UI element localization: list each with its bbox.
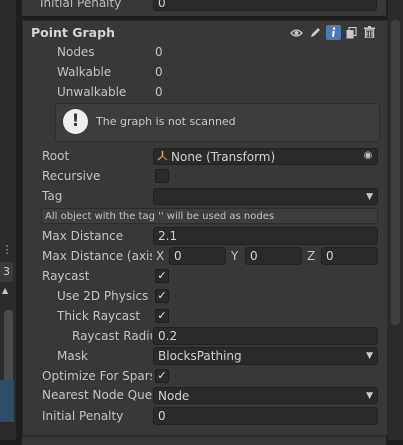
optimize-sparse-label: Optimize For Sparse (42, 369, 152, 383)
initial-penalty-field[interactable]: 0 (153, 407, 378, 425)
root-label: Root (42, 149, 70, 163)
max-distance-axis-label: Max Distance (axis (42, 249, 152, 263)
prev-initial-penalty-field[interactable]: 0 (153, 0, 377, 11)
pencil-icon[interactable] (309, 27, 321, 39)
raycast-checkbox[interactable]: ✓ (155, 269, 169, 283)
root-object-value: None (Transform) (171, 150, 276, 164)
scrollbar-thumb[interactable] (391, 20, 400, 325)
unwalkable-value: 0 (155, 85, 163, 99)
next-component (22, 436, 386, 445)
previous-component: Initial Penalty 0 (22, 0, 386, 16)
use-2d-physics-label: Use 2D Physics (57, 289, 149, 303)
max-distance-label: Max Distance (42, 229, 124, 243)
raycast-label: Raycast (42, 269, 90, 283)
tag-dropdown[interactable]: ▼ (153, 188, 378, 205)
info-icon[interactable] (326, 25, 341, 40)
thick-raycast-label: Thick Raycast (57, 309, 141, 323)
nodes-value: 0 (155, 45, 163, 59)
eye-icon[interactable] (290, 28, 303, 38)
warning-icon: ! (63, 109, 88, 134)
walkable-value: 0 (155, 65, 163, 79)
mask-label: Mask (57, 349, 88, 363)
dropdown-arrow-icon: ▼ (366, 391, 373, 401)
optimize-sparse-checkbox[interactable]: ✓ (155, 369, 169, 383)
initial-penalty-label: Initial Penalty (42, 409, 124, 423)
dropdown-arrow-icon: ▼ (366, 192, 373, 202)
copy-icon[interactable] (346, 27, 357, 39)
nearest-node-query-dropdown[interactable]: Node ▼ (153, 387, 378, 404)
raycast-radius-field[interactable]: 0.2 (153, 327, 378, 345)
transform-icon (157, 151, 168, 161)
axis-x-label[interactable]: X (156, 248, 164, 264)
recursive-label: Recursive (42, 169, 101, 183)
axis-z-label[interactable]: Z (307, 248, 315, 264)
trash-icon[interactable] (364, 26, 375, 38)
root-object-field[interactable]: None (Transform) (153, 148, 378, 165)
left-panel-badge[interactable]: 3 (0, 262, 13, 282)
nodes-label: Nodes (57, 45, 95, 59)
object-picker-icon[interactable]: ◉ (362, 149, 374, 163)
recursive-checkbox[interactable] (155, 169, 169, 183)
left-selection-highlight (0, 380, 14, 422)
info-message-text: The graph is not scanned (96, 115, 236, 128)
axis-z-field[interactable]: 0 (321, 247, 378, 265)
mask-dropdown[interactable]: BlocksPathing ▼ (153, 347, 378, 365)
prev-initial-penalty-label: Initial Penalty (40, 0, 122, 10)
tag-label: Tag (42, 189, 63, 203)
inspector-scrollbar[interactable] (388, 0, 403, 440)
more-options-icon[interactable]: ⋮ (0, 244, 14, 256)
mask-value: BlocksPathing (158, 349, 242, 363)
axis-y-label[interactable]: Y (231, 248, 238, 264)
raycast-radius-label: Raycast Radiu (72, 329, 152, 343)
walkable-label: Walkable (57, 65, 112, 79)
use-2d-physics-checkbox[interactable]: ✓ (155, 289, 169, 303)
unwalkable-label: Unwalkable (57, 85, 127, 99)
nearest-node-query-label: Nearest Node Quer (42, 388, 152, 402)
max-distance-field[interactable]: 2.1 (153, 227, 378, 245)
thick-raycast-checkbox[interactable]: ✓ (155, 309, 169, 323)
info-message-box: ! The graph is not scanned (55, 103, 380, 142)
dropdown-arrow-icon: ▼ (366, 351, 373, 361)
scroll-up-icon[interactable]: ▲ (2, 286, 8, 295)
axis-y-field[interactable]: 0 (245, 247, 302, 265)
nearest-node-query-value: Node (158, 389, 190, 403)
axis-x-field[interactable]: 0 (169, 247, 226, 265)
left-panel-strip: ⋮ 3 ▲ (0, 0, 16, 440)
component-title: Point Graph (31, 25, 115, 40)
tag-help-note: All object with the tag '' will be used … (41, 208, 378, 224)
